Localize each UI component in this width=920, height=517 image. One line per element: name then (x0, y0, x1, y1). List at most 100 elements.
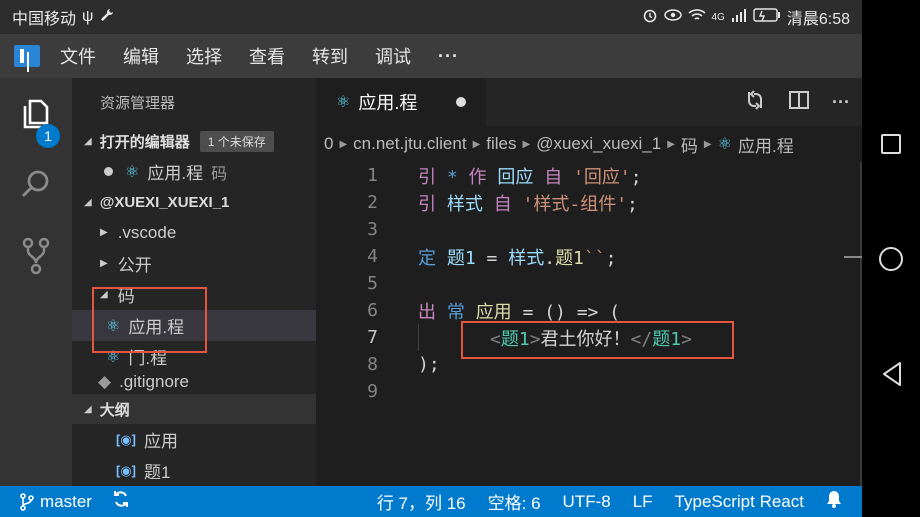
collapse-triangle-icon: ◢ (84, 196, 92, 208)
tree-item-public[interactable]: ▶ 公开 (72, 248, 316, 279)
outline-item-title1[interactable]: [◉] 题1 (72, 455, 316, 486)
code-text: ); (418, 354, 440, 375)
code-editor[interactable]: 1 引 * 作 回应 自 '回应'; 2 引 样式 自 '样式-组件'; 3 4… (316, 162, 862, 486)
search-activity-button[interactable] (0, 154, 72, 214)
compare-changes-icon (748, 89, 763, 110)
line-number: 9 (367, 381, 378, 402)
code-line: 3 (316, 216, 862, 243)
home-button[interactable] (879, 247, 903, 271)
menu-file[interactable]: 文件 (60, 43, 96, 69)
explorer-activity-button[interactable]: 1 (0, 84, 72, 148)
menu-edit[interactable]: 编辑 (123, 43, 159, 69)
tree-item-app-file[interactable]: ⚛ 应用.程 (72, 310, 316, 341)
encoding-setting[interactable]: UTF-8 (563, 492, 611, 512)
breadcrumb-item[interactable]: cn.net.jtu.client (353, 134, 466, 154)
breadcrumb-item[interactable]: files (486, 134, 516, 154)
workspace-label: @XUEXI_XUEXI_1 (99, 193, 230, 211)
open-changes-button[interactable] (744, 89, 766, 116)
code-line: 6 出 常 应用 = () => ( (316, 297, 862, 324)
split-editor-button[interactable] (788, 90, 810, 115)
activity-bar: 1 (0, 78, 72, 486)
sync-button[interactable] (112, 490, 130, 513)
open-editor-filename: 应用.程 (147, 164, 204, 183)
tree-item-label: .vscode (117, 222, 177, 242)
code-line: 9 (316, 378, 862, 405)
eol-setting[interactable]: LF (633, 492, 653, 512)
breadcrumb-item[interactable]: 码 (681, 132, 698, 157)
scrollbar-position-marker (844, 256, 862, 258)
breadcrumb-item[interactable]: 0 (324, 134, 333, 154)
open-editors-header[interactable]: ◢ 打开的编辑器 1 个未保存 (72, 126, 316, 156)
unsaved-dot-icon (104, 167, 113, 176)
outline-header[interactable]: ◢ 大纲 (72, 394, 316, 424)
breadcrumb: 0 ▶ cn.net.jtu.client ▶ files ▶ @xuexi_x… (316, 126, 862, 162)
indent-guide (418, 324, 419, 351)
git-branch-icon (20, 492, 34, 511)
vscode-window: 中国移动 ψ 4G 清晨6:58 文件 编辑 选择 查看 转到 调试 ··· 1… (0, 0, 862, 517)
usb-icon: ψ (82, 8, 94, 25)
breadcrumb-item[interactable]: 应用.程 (738, 132, 794, 157)
tree-item-label: 公开 (117, 256, 152, 275)
editor-tab-bar: ⚛ 应用.程 ··· (316, 78, 862, 126)
unsaved-dot-icon[interactable] (456, 97, 466, 107)
code-text: 出 常 应用 = () => ( (418, 301, 621, 323)
search-icon (21, 170, 49, 198)
cursor-position[interactable]: 行 7，列 16 (377, 489, 466, 514)
network-type-label: 4G (711, 11, 725, 23)
chevron-right-icon: ▶ (522, 138, 531, 150)
menu-more-button[interactable]: ··· (438, 46, 459, 67)
editor-actions: ··· (744, 78, 850, 126)
git-branch-button[interactable]: master (20, 492, 92, 512)
editor-tab-active[interactable]: ⚛ 应用.程 (316, 78, 486, 126)
more-actions-button[interactable]: ··· (832, 92, 850, 113)
indentation-setting[interactable]: 空格: 6 (488, 489, 541, 514)
explorer-badge: 1 (36, 124, 60, 148)
line-number: 2 (367, 192, 378, 213)
react-file-icon: ⚛ (106, 348, 121, 366)
language-mode[interactable]: TypeScript React (675, 492, 804, 512)
menu-bar: 文件 编辑 选择 查看 转到 调试 ··· (0, 34, 862, 78)
code-text: 定 题1 = 样式.题1``; (418, 247, 617, 269)
menu-debug[interactable]: 调试 (375, 43, 411, 69)
explorer-sidebar: 资源管理器 ◢ 打开的编辑器 1 个未保存 ⚛ 应用.程 码 ◢ @XUEXI_… (72, 78, 316, 486)
workspace-header[interactable]: ◢ @XUEXI_XUEXI_1 (72, 187, 316, 217)
open-editor-item[interactable]: ⚛ 应用.程 码 (72, 156, 316, 187)
open-editors-label: 打开的编辑器 (99, 133, 190, 151)
tree-item-vscode[interactable]: ▶ .vscode (72, 217, 316, 248)
branch-label: master (40, 491, 92, 511)
carrier-label: 中国移动 (12, 11, 77, 28)
notifications-button[interactable] (826, 490, 842, 513)
menu-go[interactable]: 转到 (312, 43, 348, 69)
symbol-variable-icon: [◉] (116, 462, 137, 478)
react-file-icon: ⚛ (106, 317, 121, 335)
line-number: 4 (367, 246, 378, 267)
code-text: 引 * 作 回应 自 '回应'; (418, 166, 642, 188)
sync-icon (113, 491, 128, 507)
tab-label: 应用.程 (358, 93, 418, 113)
bell-icon (827, 491, 841, 508)
tree-item-label: 应用.程 (128, 318, 185, 337)
back-button[interactable] (880, 361, 904, 387)
outline-item-app[interactable]: [◉] 应用 (72, 424, 316, 455)
tree-item-door-file[interactable]: ⚛ 门.程 (72, 341, 316, 372)
tree-item-label: 门.程 (128, 349, 168, 368)
react-file-icon: ⚛ (125, 163, 140, 181)
split-editor-icon (789, 90, 810, 109)
code-text: 引 样式 自 '样式-组件'; (418, 193, 638, 215)
recent-apps-button[interactable] (881, 134, 901, 154)
line-number: 5 (367, 273, 378, 294)
expand-triangle-icon: ▶ (100, 227, 108, 238)
app-logo-icon[interactable] (14, 45, 40, 67)
tree-item-label: 码 (117, 287, 135, 306)
tree-item-gitignore[interactable]: ◆ .gitignore (72, 372, 316, 392)
chevron-right-icon: ▶ (472, 138, 481, 150)
menu-selection[interactable]: 选择 (186, 43, 222, 69)
code-line: 2 引 样式 自 '样式-组件'; (316, 189, 862, 216)
outline-panel: ◢ 大纲 (72, 394, 316, 424)
tree-item-ma-folder[interactable]: ◢ 码 (72, 279, 316, 310)
unsaved-count-badge: 1 个未保存 (199, 130, 274, 152)
breadcrumb-item[interactable]: @xuexi_xuexi_1 (536, 134, 661, 154)
source-control-activity-button[interactable] (0, 226, 72, 286)
code-line: 5 (316, 270, 862, 297)
menu-view[interactable]: 查看 (249, 43, 285, 69)
